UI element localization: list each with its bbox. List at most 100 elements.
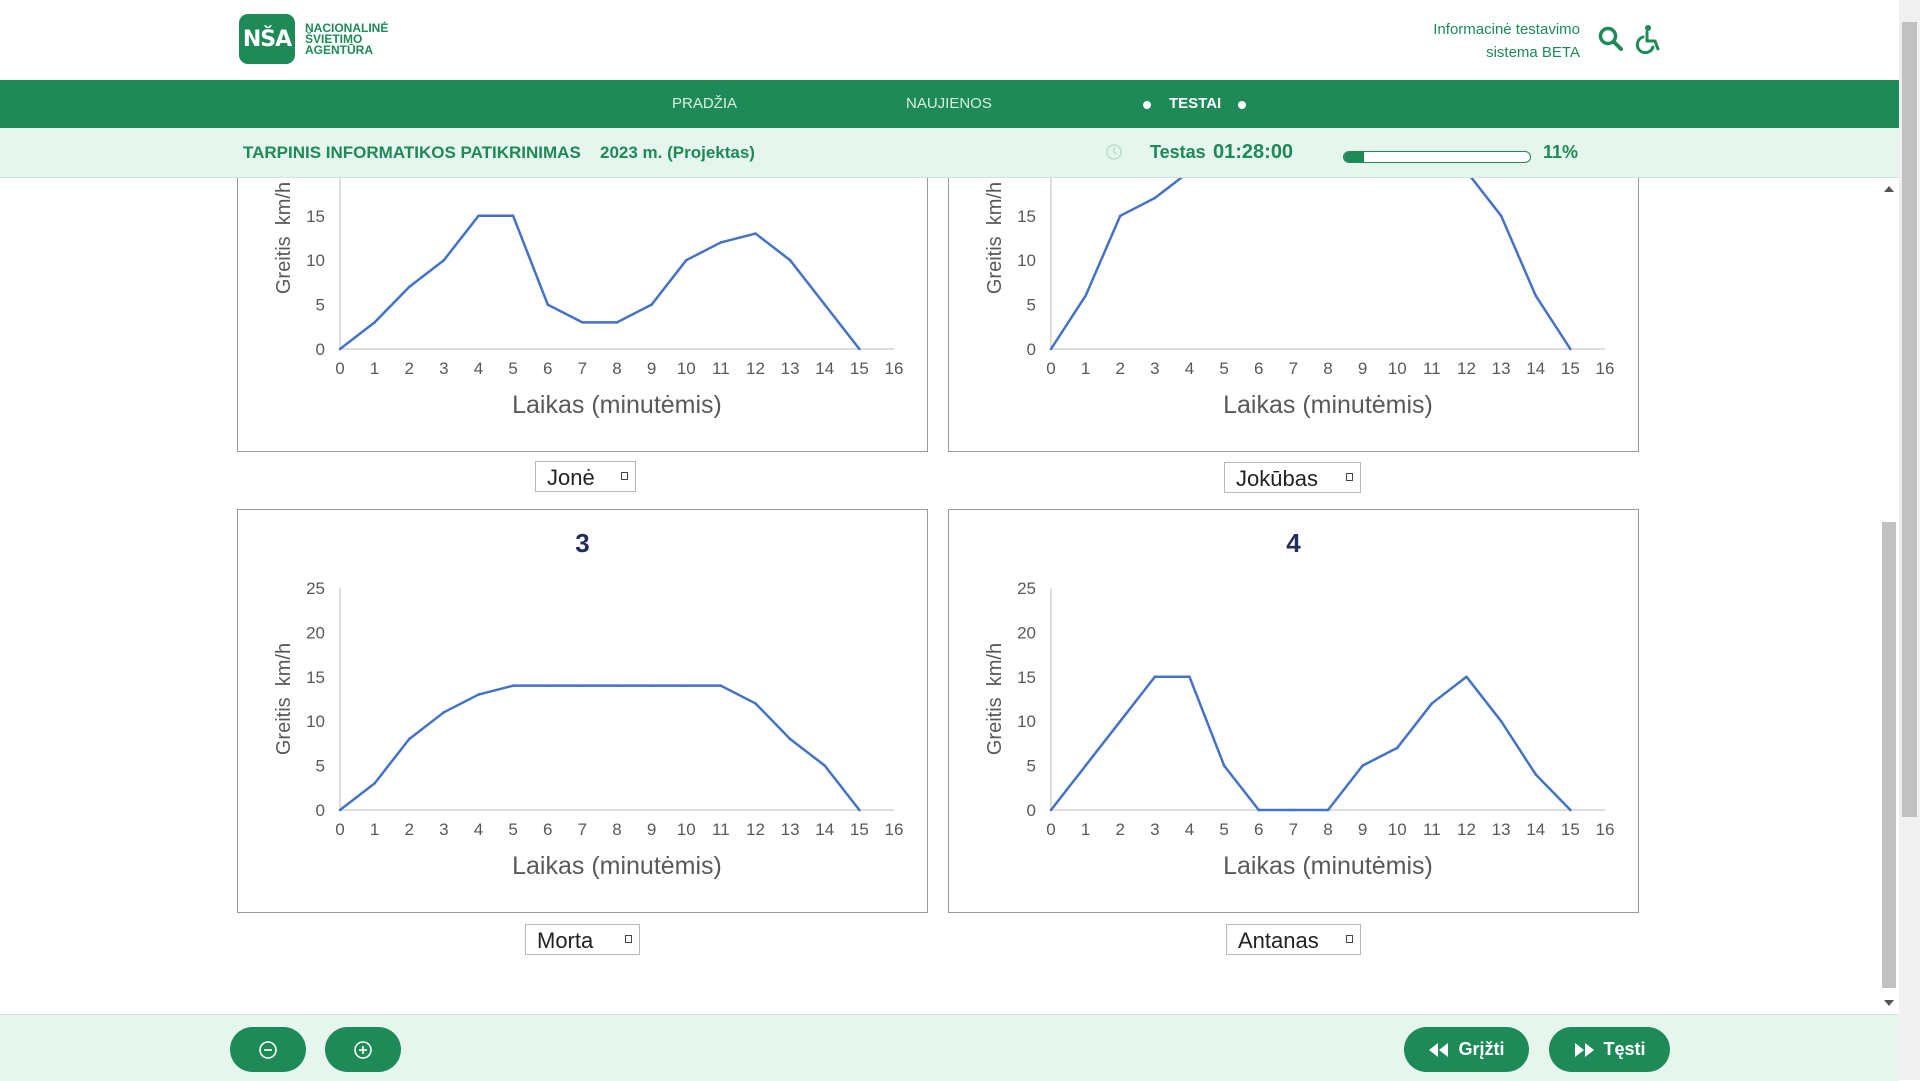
data-point [719,684,723,687]
next-button[interactable]: Tęsti [1549,1027,1670,1072]
x-tick-label: 7 [578,820,587,839]
x-tick-label: 0 [335,359,344,378]
x-tick-label: 6 [1254,820,1263,839]
y-tick-label: 10 [306,712,325,731]
data-point [1153,196,1157,200]
y-tick-label: 5 [316,296,325,315]
progress-bar [1343,151,1531,163]
x-tick-label: 12 [1457,359,1476,378]
data-point [373,782,376,785]
accessibility-icon[interactable] [1634,24,1664,54]
x-tick-label: 7 [578,359,587,378]
zoom-in-button[interactable] [325,1027,401,1072]
y-tick-label: 20 [1017,178,1036,181]
data-point [615,321,619,324]
speed-series-line [339,214,861,350]
x-tick-label: 15 [850,359,869,378]
clock-icon [1106,144,1122,160]
x-tick-label: 12 [1457,820,1476,839]
y-tick-label: 0 [1027,340,1036,359]
x-axis-title: Laikas (minutėmis) [512,852,722,880]
data-point [546,684,550,687]
x-tick-label: 6 [543,820,552,839]
test-title: TARPINIS INFORMATIKOS PATIKRINIMAS [243,143,581,162]
x-tick-label: 10 [1388,820,1407,839]
page-scroll-thumb[interactable] [1902,22,1917,817]
data-point [1049,347,1053,351]
y-tick-label: 0 [316,340,325,359]
data-point [788,258,792,262]
nav-item-testai[interactable]: TESTAI [1169,80,1221,128]
selected-name: Jokūbas [1236,466,1318,491]
x-tick-label: 14 [1526,820,1545,839]
x-tick-label: 8 [1323,359,1332,378]
x-tick-label: 4 [1185,359,1194,378]
data-point [719,241,723,244]
nav-item-pradzia[interactable]: PRADŽIA [672,80,737,128]
data-point [511,214,515,218]
y-tick-label: 20 [306,623,325,642]
data-point [650,684,653,687]
x-tick-label: 13 [1492,359,1511,378]
name-select-4[interactable]: Antanas [1226,924,1361,955]
y-axis-title: Greitis km/h [984,182,1006,294]
data-point [581,321,584,324]
x-tick-label: 4 [1185,820,1194,839]
y-tick-label: 25 [1017,579,1036,598]
nsa-logo[interactable]: NŠA NACIONALINĖ ŠVIETIMO AGENTŪRA [239,14,388,64]
data-point [858,347,861,351]
x-tick-label: 7 [1289,359,1298,378]
data-point [788,737,792,741]
back-label: Grįžti [1458,1039,1505,1059]
name-select-2[interactable]: Jokūbas [1224,462,1361,493]
site-header: NŠA NACIONALINĖ ŠVIETIMO AGENTŪRA Inform… [0,0,1899,80]
logo-line: AGENTŪRA [305,42,373,57]
test-status-bar: TARPINIS INFORMATIKOS PATIKRINIMAS 2023 … [0,128,1899,292]
content-scroll-thumb[interactable] [1882,522,1896,988]
page-scrollbar[interactable] [1899,0,1920,1080]
y-tick-label: 15 [1017,668,1036,687]
x-tick-label: 1 [1081,820,1090,839]
name-select-3[interactable]: Morta [525,924,640,955]
y-tick-label: 5 [316,757,325,776]
y-tick-label: 10 [306,251,325,270]
back-button[interactable]: Grįžti [1404,1027,1529,1072]
data-point [338,347,342,351]
data-point [407,285,411,289]
nav-active-dot-left [1143,101,1151,109]
data-point [754,702,757,705]
search-icon[interactable] [1596,24,1626,54]
x-tick-label: 4 [474,820,483,839]
zoom-out-button[interactable] [230,1027,306,1072]
x-tick-label: 7 [1289,820,1298,839]
x-tick-label: 12 [746,359,765,378]
data-point [1222,764,1226,767]
data-point [1326,808,1330,812]
x-tick-label: 2 [405,820,414,839]
x-tick-label: 12 [746,820,765,839]
x-tick-label: 10 [1388,359,1407,378]
chart-1: 1 0510152025012345678910111213141516Laik… [237,178,928,452]
x-tick-label: 11 [1423,359,1441,378]
data-point [1465,675,1468,679]
name-select-1[interactable]: Jonė [535,461,636,492]
zoom-in-icon [354,1040,372,1059]
content-scrollbar[interactable] [1880,178,1898,1014]
logo-mark: NŠA [239,14,295,64]
y-axis-title: Greitis km/h [984,643,1006,755]
speed-series-line [339,684,861,811]
x-tick-label: 5 [1219,359,1228,378]
selected-name: Antanas [1238,928,1319,953]
nav-item-naujienos[interactable]: NAUJIENOS [906,80,992,128]
y-tick-label: 15 [306,668,325,687]
scroll-up-icon[interactable] [1884,186,1894,192]
x-tick-label: 1 [370,820,379,839]
x-tick-label: 16 [885,820,904,839]
site-title: Informacinė testavimo sistema BETA [1380,18,1580,64]
x-tick-label: 3 [439,820,448,839]
scroll-down-icon[interactable] [1884,1000,1894,1006]
chart-4-plot: 05101520250 1 2 3 4 5 6 7 8 9 10 11 12 13 14 15 16Laikas… [984,579,1615,880]
x-tick-label: 15 [1561,820,1580,839]
x-tick-label: 11 [712,359,730,378]
x-tick-label: 16 [1596,820,1615,839]
